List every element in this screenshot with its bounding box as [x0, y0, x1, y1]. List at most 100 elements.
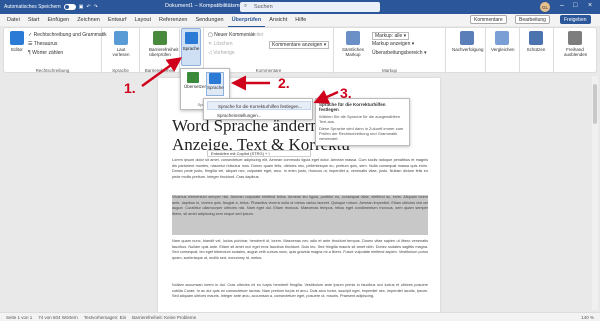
search-input[interactable]: ⌕ Suchen: [240, 2, 380, 12]
paragraph-3[interactable]: Nam quam nunc, blandit vel, luctus pulvi…: [172, 239, 428, 279]
protect-label: Schützen: [526, 47, 546, 52]
editing-mode-button[interactable]: Bearbeitung: [515, 15, 550, 24]
language-preferences-item[interactable]: Spracheinstellungen...: [207, 111, 311, 120]
translate-button[interactable]: Übersetzen: [184, 72, 207, 96]
group-speech: Laut vorlesen Sprache: [102, 28, 140, 74]
status-page[interactable]: Seite 1 von 1: [6, 315, 32, 320]
language-submenu-icon: [209, 73, 221, 84]
step-3-label: 3.: [340, 85, 352, 101]
autosave-toggle[interactable]: [63, 4, 76, 10]
ink-label: Freihand ausblenden: [564, 47, 588, 57]
tooltip-title: Sprache für die Korrekturhilfen festlege…: [319, 102, 386, 112]
vertical-scrollbar[interactable]: [592, 76, 598, 310]
group-protect: Schützen: [520, 28, 554, 74]
track-changes-button[interactable]: Sämtliches Markup: [338, 31, 368, 57]
read-aloud-label: Laut vorlesen: [112, 47, 130, 57]
thesaurus-button[interactable]: ☰ Thesaurus: [28, 41, 57, 47]
group-compare: Vergleichen: [486, 28, 520, 74]
editor-icon: [10, 31, 24, 45]
tab-layout[interactable]: Layout: [130, 14, 155, 26]
compare-button[interactable]: Vergleichen: [491, 31, 515, 52]
tooltip: Sprache für die Korrekturhilfen festlege…: [315, 98, 410, 146]
close-icon[interactable]: ×: [588, 2, 592, 9]
avatar[interactable]: GL: [540, 2, 550, 12]
tab-einfuegen[interactable]: Einfügen: [43, 14, 73, 26]
spelling-button[interactable]: ✓ Rechtschreibung und Grammatik: [28, 32, 107, 38]
track-changes-label: Sämtliches Markup: [341, 47, 364, 57]
language-submenu: Sprache für die Korrekturhilfen festlege…: [203, 98, 313, 120]
quick-access: Automatisches Speichern ▣ ↶ ↷: [0, 4, 98, 10]
wordcount-button[interactable]: ¶ Wörter zählen: [28, 50, 63, 56]
ink-button[interactable]: Freihand ausblenden: [564, 31, 588, 57]
delete-label: Löschen: [213, 41, 233, 47]
redo-icon[interactable]: ↷: [94, 4, 98, 10]
search-icon: ⌕: [244, 3, 248, 9]
markup-select[interactable]: Markup: alle ▾: [372, 32, 410, 40]
tab-referenzen[interactable]: Referenzen: [155, 14, 191, 26]
group-accessibility-label: Barrierefreiheit: [144, 68, 175, 73]
search-placeholder: Suchen: [254, 4, 273, 10]
delete-comment-button[interactable]: ✕ Löschen: [208, 41, 233, 47]
language-button[interactable]: Sprache: [181, 28, 201, 66]
share-button[interactable]: Freigeben: [560, 15, 591, 24]
save-icon[interactable]: ▣: [79, 4, 84, 10]
markup-show-label: Markup anzeigen: [372, 41, 411, 47]
maximize-icon[interactable]: □: [573, 2, 577, 9]
tab-datei[interactable]: Datei: [3, 14, 24, 26]
language-icon: [185, 32, 198, 44]
previous-comment-button[interactable]: ◁ Vorherige: [208, 50, 235, 56]
tab-hilfe[interactable]: Hilfe: [291, 14, 310, 26]
step-2-label: 2.: [278, 75, 290, 91]
minimize-icon[interactable]: –: [560, 2, 564, 9]
tab-sendungen[interactable]: Sendungen: [191, 14, 227, 26]
step-1-label: 1.: [124, 80, 136, 96]
tab-ansicht[interactable]: Ansicht: [265, 14, 291, 26]
show-comments-select[interactable]: Kommentare anzeigen ▾: [269, 41, 330, 49]
ribbon-review: Editor ✓ Rechtschreibung und Grammatik ☰…: [3, 27, 598, 74]
group-accessibility: Barrierefreiheit überprüfen Barrierefrei…: [140, 28, 180, 74]
review-pane-button[interactable]: Überarbeitungsbereich ▾: [372, 50, 427, 56]
ink-icon: [568, 31, 582, 45]
group-proofing: Editor ✓ Rechtschreibung und Grammatik ☰…: [4, 28, 107, 74]
language-submenu-button[interactable]: Sprache: [206, 72, 224, 96]
status-bar: Seite 1 von 1 74 von 504 Wörtern Textvor…: [0, 312, 600, 321]
editor-button[interactable]: Editor: [6, 31, 28, 52]
accessibility-button[interactable]: Barrierefreiheit überprüfen: [149, 31, 179, 57]
group-ink: Freihand ausblenden: [554, 28, 598, 74]
next-comment-button[interactable]: ▷ Weiter: [244, 32, 264, 38]
markup-show-button[interactable]: Markup anzeigen ▾: [372, 41, 414, 47]
changes-button[interactable]: Nachverfolgung: [452, 31, 484, 52]
comments-button[interactable]: Kommentare: [470, 15, 507, 24]
group-tracking-label: Markup: [381, 68, 397, 73]
tab-start[interactable]: Start: [24, 14, 44, 26]
paragraph-4[interactable]: Nullam accumsan lorem in dui. Cras ultri…: [172, 283, 428, 313]
changes-icon: [460, 31, 474, 45]
tab-zeichnen[interactable]: Zeichnen: [73, 14, 104, 26]
track-changes-icon: [346, 31, 360, 45]
status-words[interactable]: 74 von 504 Wörtern: [38, 315, 78, 320]
previous-label: Vorherige: [213, 50, 235, 56]
thesaurus-label: Thesaurus: [33, 41, 58, 47]
next-label: Weiter: [249, 32, 264, 38]
status-predictions[interactable]: Textvorhersagen: Ein: [84, 315, 126, 320]
paragraph-2-selected[interactable]: Vivamus elementum semper nisi. Aenean vu…: [172, 195, 428, 235]
protect-button[interactable]: Schützen: [525, 31, 547, 52]
tab-entwurf[interactable]: Entwurf: [104, 14, 131, 26]
set-proofing-language-item[interactable]: Sprache für die Korrekturhilfen festlege…: [207, 101, 311, 110]
editing-button-label: Bearbeitung: [519, 16, 546, 23]
read-aloud-button[interactable]: Laut vorlesen: [110, 31, 132, 57]
title-bar: Automatisches Speichern ▣ ↶ ↷ Dokument1 …: [0, 0, 600, 14]
translate-icon: [187, 72, 199, 83]
undo-icon[interactable]: ↶: [86, 4, 90, 10]
ribbon-tabs: Datei Start Einfügen Zeichnen Entwurf La…: [0, 14, 600, 27]
paragraph-1[interactable]: Lorem ipsum dolor sit amet, consectetuer…: [172, 158, 428, 192]
status-zoom[interactable]: 140 %: [581, 315, 594, 320]
tooltip-line-1: Wählen Sie die Sprache für die ausgewähl…: [319, 114, 400, 124]
comments-button-label: Kommentare: [474, 16, 503, 23]
copilot-badge[interactable]: Entwürfen mit Copilot (STRG) + I: [207, 150, 311, 157]
tab-ueberpruefen[interactable]: Überprüfen: [227, 14, 266, 27]
show-comments-label: Kommentare anzeigen: [272, 42, 323, 48]
status-accessibility[interactable]: Barrierefreiheit: Keine Probleme: [132, 315, 196, 320]
scrollbar-thumb[interactable]: [593, 84, 597, 124]
translate-label: Übersetzen: [184, 84, 208, 89]
